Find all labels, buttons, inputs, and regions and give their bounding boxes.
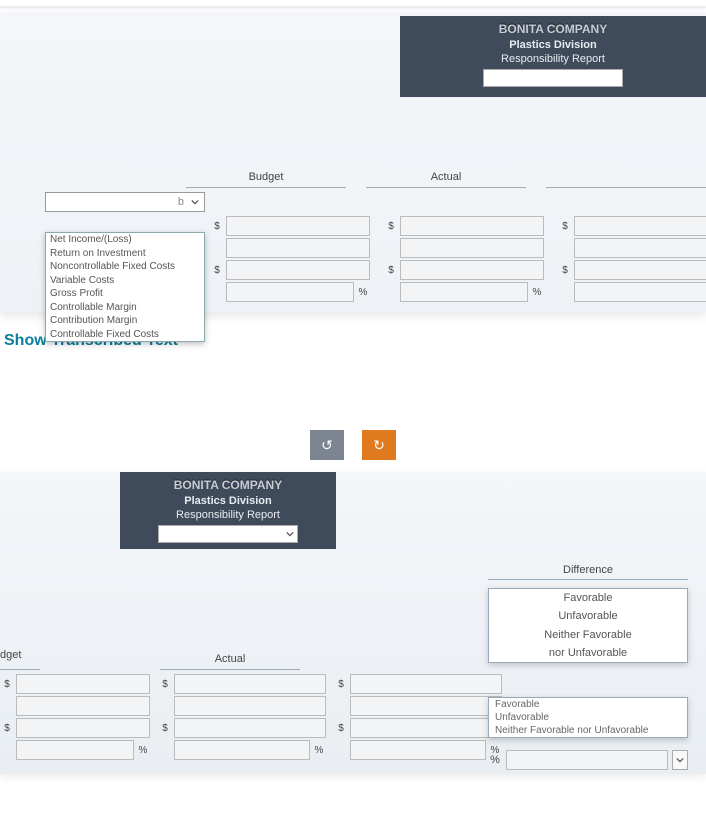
diff-option[interactable]: Favorable <box>489 589 687 607</box>
dollar-icon: $ <box>334 679 348 690</box>
chevron-down-icon <box>283 527 297 541</box>
report-title: Responsibility Report <box>501 53 605 65</box>
third-column: $ $ <box>558 216 706 302</box>
fav-option[interactable]: Unfavorable <box>489 711 687 724</box>
diff-input-3[interactable] <box>350 718 502 738</box>
dollar-icon: $ <box>210 221 224 232</box>
col-header-blank <box>546 167 706 188</box>
option-item[interactable]: Controllable Fixed Costs <box>46 328 204 342</box>
actual-input-3[interactable] <box>174 718 326 738</box>
dollar-icon: $ <box>158 679 172 690</box>
diff-option[interactable]: Unfavorable <box>489 607 687 625</box>
dollar-icon: $ <box>558 265 572 276</box>
undo-icon: ↺ <box>321 437 333 454</box>
option-item[interactable]: Gross Profit <box>46 287 204 301</box>
dollar-icon: $ <box>334 723 348 734</box>
budget-input-2[interactable] <box>226 238 370 258</box>
third-input-1[interactable] <box>574 216 706 236</box>
actual-column: $ $ % <box>158 674 326 760</box>
budget-input-4[interactable] <box>226 282 354 302</box>
difference-options[interactable]: Favorable Unfavorable Neither Favorable … <box>488 588 688 663</box>
percent-icon: % <box>312 745 326 756</box>
diff-input-1[interactable] <box>350 674 502 694</box>
company-name: BONITA COMPANY <box>499 22 607 36</box>
col-header-dget: dget <box>0 649 40 670</box>
column-headers-top: Budget Actual <box>0 167 706 188</box>
col-header-actual: Actual <box>366 167 526 188</box>
actual-column: $ $ % <box>384 216 554 302</box>
report-header-top: BONITA COMPANY Plastics Division Respons… <box>400 16 706 97</box>
budget-column: $ $ % <box>210 216 380 302</box>
middle-diff-column: $ $ % <box>334 674 502 760</box>
fav-option[interactable]: Favorable <box>489 698 687 711</box>
percent-icon: % <box>488 754 502 766</box>
percent-icon: % <box>356 287 370 298</box>
diff-option[interactable]: Neither Favorable <box>489 626 687 644</box>
dget-input-4[interactable] <box>16 740 134 760</box>
option-item[interactable]: Contribution Margin <box>46 314 204 328</box>
budget-input-1[interactable] <box>226 216 370 236</box>
actual-input-4[interactable] <box>174 740 310 760</box>
dollar-icon: $ <box>0 723 14 734</box>
report-panel-bottom: BONITA COMPANY Plastics Division Respons… <box>0 472 706 774</box>
undo-button[interactable]: ↺ <box>310 430 344 460</box>
option-item[interactable]: Net Income/(Loss) <box>46 233 204 247</box>
top-divider <box>0 6 706 8</box>
third-input-4[interactable] <box>574 282 706 302</box>
division-name: Plastics Division <box>509 39 596 51</box>
col-header-difference: Difference <box>488 564 688 580</box>
actual-input-3[interactable] <box>400 260 544 280</box>
actual-input-1[interactable] <box>400 216 544 236</box>
chevron-down-icon <box>188 195 202 209</box>
option-item[interactable]: Return on Investment <box>46 247 204 261</box>
diff-option[interactable]: nor Unfavorable <box>489 644 687 662</box>
fav-option[interactable]: Neither Favorable nor Unfavorable <box>489 724 687 737</box>
option-item[interactable]: Noncontrollable Fixed Costs <box>46 260 204 274</box>
third-input-3[interactable] <box>574 260 706 280</box>
diff-percent-input[interactable] <box>506 750 668 770</box>
dget-input-2[interactable] <box>16 696 150 716</box>
company-name: BONITA COMPANY <box>174 478 282 492</box>
actual-input-2[interactable] <box>174 696 326 716</box>
report-title: Responsibility Report <box>176 509 280 521</box>
actual-input-4[interactable] <box>400 282 528 302</box>
col-header-actual: Actual <box>160 649 300 670</box>
dget-input-3[interactable] <box>16 718 150 738</box>
dollar-icon: $ <box>384 265 398 276</box>
col-header-budget: Budget <box>186 167 346 188</box>
header-select[interactable] <box>158 525 298 543</box>
percent-icon: % <box>530 287 544 298</box>
percent-icon: % <box>136 745 150 756</box>
diff-select-chevron[interactable] <box>672 750 688 770</box>
select-current: b <box>48 196 188 208</box>
option-item[interactable]: Controllable Margin <box>46 301 204 315</box>
row-label-options[interactable]: Net Income/(Loss) Return on Investment N… <box>45 232 205 342</box>
budget-input-3[interactable] <box>226 260 370 280</box>
dget-input-1[interactable] <box>16 674 150 694</box>
dollar-icon: $ <box>384 221 398 232</box>
dollar-icon: $ <box>158 723 172 734</box>
option-item[interactable]: Variable Costs <box>46 274 204 288</box>
third-input-2[interactable] <box>574 238 706 258</box>
diff-input-4[interactable] <box>350 740 486 760</box>
row-label-select[interactable]: b <box>45 192 205 212</box>
diff-input-2[interactable] <box>350 696 502 716</box>
dollar-icon: $ <box>0 679 14 690</box>
mid-toolbar: ↺ ↻ <box>0 430 706 460</box>
division-name: Plastics Division <box>184 495 271 507</box>
diff-percent-row: % <box>488 750 688 770</box>
report-panel-top: BONITA COMPANY Plastics Division Respons… <box>0 12 706 312</box>
redo-button[interactable]: ↻ <box>362 430 396 460</box>
dollar-icon: $ <box>210 265 224 276</box>
value-columns-top: $ $ % $ $ % $ $ <box>210 216 706 302</box>
dget-column: $ $ % <box>0 674 150 760</box>
header-select[interactable] <box>483 69 623 87</box>
favorability-dropdown[interactable]: Favorable Unfavorable Neither Favorable … <box>488 697 688 738</box>
redo-icon: ↻ <box>373 437 385 454</box>
actual-input-2[interactable] <box>400 238 544 258</box>
report-header-bottom: BONITA COMPANY Plastics Division Respons… <box>120 472 336 549</box>
actual-input-1[interactable] <box>174 674 326 694</box>
dollar-icon: $ <box>558 221 572 232</box>
